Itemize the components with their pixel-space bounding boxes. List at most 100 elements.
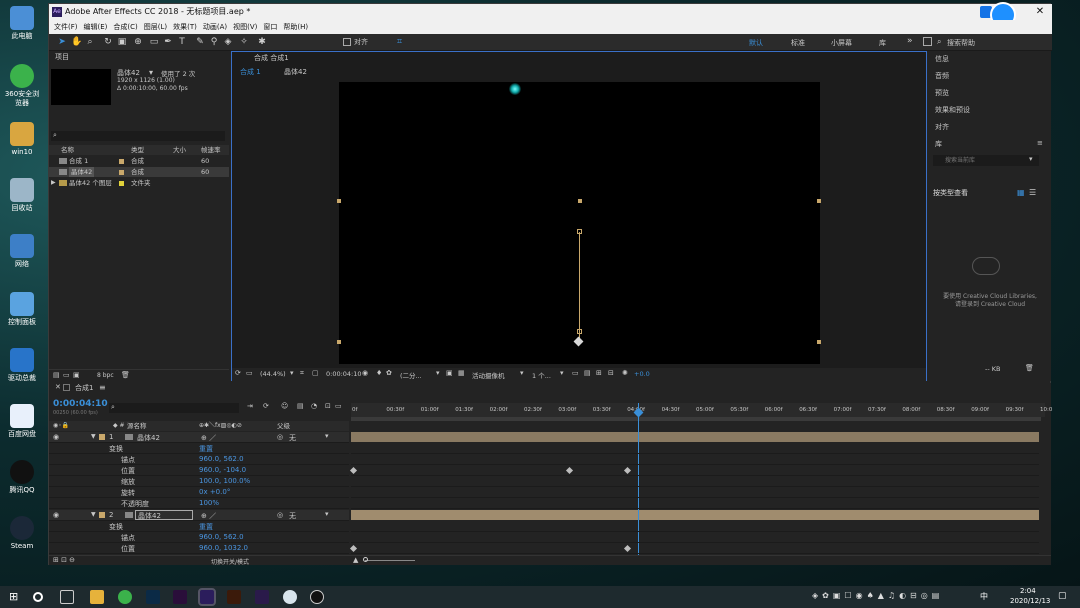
menu-view[interactable]: 视图(V) — [233, 23, 257, 31]
property-row[interactable]: 位置 960.0, 1032.0 — [49, 543, 349, 554]
toggle-switches-modes[interactable]: 切换开关/模式 — [211, 557, 249, 566]
parent-select[interactable]: 无 — [289, 433, 296, 443]
mask-icon[interactable]: ▢ — [312, 369, 319, 377]
current-time[interactable]: 0:00:04:10 — [53, 399, 108, 409]
close-icon[interactable]: ✕ — [55, 383, 61, 391]
property-value[interactable]: 960.0, 1032.0 — [199, 544, 248, 552]
panel-effects[interactable]: 效果和预设 — [935, 105, 970, 115]
comp-viewer[interactable] — [337, 82, 821, 364]
selection-tool-icon[interactable]: ➤ — [57, 37, 67, 47]
menu-file[interactable]: 文件(F) — [54, 23, 78, 31]
always-preview-icon[interactable]: ⟳ — [235, 369, 241, 377]
expand-icon[interactable]: ▶ — [51, 178, 56, 188]
menu-window[interactable]: 窗口 — [263, 23, 277, 31]
trash-icon[interactable]: 🗑 — [1025, 364, 1034, 372]
menu-effect[interactable]: 效果(T) — [173, 23, 197, 31]
property-track[interactable] — [351, 465, 1039, 476]
property-row[interactable]: 变换 重置 — [49, 521, 349, 532]
property-value[interactable]: 重置 — [199, 522, 213, 532]
desktop-icon-control-panel[interactable]: 控制面板 — [3, 292, 41, 327]
timeline-search-input[interactable]: ⌕ — [109, 403, 239, 413]
panel-info[interactable]: 信息 — [935, 54, 949, 64]
grid-icon[interactable]: ⌗ — [300, 369, 304, 378]
label-color[interactable] — [99, 512, 105, 518]
transparency-icon[interactable]: ▦ — [458, 369, 465, 377]
desktop-icon-network[interactable]: 网络 — [3, 234, 41, 269]
qq-icon[interactable] — [310, 590, 324, 604]
panel-audio[interactable]: 音频 — [935, 71, 949, 81]
layer-name[interactable]: 晶体42 — [137, 433, 160, 443]
time-ruler[interactable]: 0f 00:30f 01:00f 01:30f 02:00f 02:30f 03:00f 03… — [351, 403, 1052, 417]
col-fps[interactable]: 帧速率 — [201, 145, 221, 155]
chevron-down-icon[interactable]: ▾ — [149, 68, 153, 77]
roto-brush-tool-icon[interactable]: ✧ — [239, 37, 249, 47]
motion-blur-icon[interactable]: ◔ — [311, 402, 317, 410]
list-item[interactable]: 合成 1 合成 60 — [49, 156, 229, 166]
trash-icon[interactable]: 🗑 — [121, 371, 130, 379]
project-panel-header[interactable]: 项目 — [49, 51, 229, 63]
property-track[interactable] — [351, 443, 1039, 454]
menu-icon[interactable]: ≡ — [99, 383, 106, 392]
property-value[interactable]: 960.0, 562.0 — [199, 533, 244, 541]
chevron-down-icon[interactable]: ▾ — [325, 432, 329, 440]
panel-align[interactable]: 对齐 — [935, 122, 949, 132]
library-search-input[interactable]: 搜索当前库 — [933, 155, 1039, 166]
file-explorer-icon[interactable] — [90, 590, 104, 604]
tab-crystal42[interactable]: 晶体42 — [284, 67, 307, 77]
pickwhip-icon[interactable]: ◎ — [277, 511, 283, 519]
input-method[interactable]: 中 — [980, 591, 988, 602]
property-row[interactable]: 旋转 0x +0.0° — [49, 487, 349, 498]
bounding-handle[interactable] — [817, 340, 821, 344]
bounding-handle[interactable] — [817, 199, 821, 203]
menu-layer[interactable]: 图层(L) — [144, 23, 167, 31]
exposure-icon[interactable]: ✺ — [622, 369, 628, 377]
property-track[interactable] — [351, 476, 1039, 487]
desktop-icon-recycle[interactable]: 回收站 — [3, 178, 41, 213]
new-folder-icon[interactable]: ▭ — [63, 371, 70, 379]
visibility-eye-icon[interactable]: ◉ — [53, 433, 59, 441]
zoom-tool-icon[interactable]: ⌕ — [85, 37, 95, 47]
task-view-icon[interactable] — [60, 590, 74, 604]
desktop-icon-360[interactable]: 360安全浏览器 — [3, 64, 41, 108]
camera-tool-icon[interactable]: ▣ — [117, 37, 127, 47]
layer-name[interactable]: 晶体42 — [135, 510, 193, 520]
work-area-bar[interactable] — [351, 417, 1041, 421]
frame-blend-icon[interactable]: ▤ — [297, 402, 304, 410]
tray-icons[interactable]: ◈✿▣☐◉♠▲♫◐⊟◎▤ — [812, 591, 943, 600]
align-checkbox[interactable] — [343, 38, 351, 46]
desktop-icon-driver[interactable]: 驱动总裁 — [3, 348, 41, 383]
property-row[interactable]: 变换 重置 — [49, 443, 349, 454]
desktop-icon-win10[interactable]: win10 — [3, 122, 41, 157]
snap-icon[interactable]: ⌗ — [397, 37, 402, 47]
property-row[interactable]: 锚点 960.0, 562.0 — [49, 454, 349, 465]
layer-bar-1[interactable] — [351, 432, 1039, 442]
property-value[interactable]: 960.0, 562.0 — [199, 455, 244, 463]
property-value[interactable]: 100% — [199, 499, 219, 507]
list-item[interactable]: 晶体42 合成 60 — [49, 167, 229, 177]
render-icon[interactable]: ⊞ ⊡ ⊖ — [53, 556, 75, 564]
col-size[interactable]: 大小 — [173, 145, 186, 155]
list-item[interactable]: ▶ 晶体42 个图层 文件夹 — [49, 178, 229, 188]
chevron-down-icon[interactable]: ▾ — [560, 369, 564, 377]
zoom-slider-thumb[interactable] — [363, 557, 368, 562]
label-color[interactable] — [99, 434, 105, 440]
show-snapshot-icon[interactable]: ♦ — [376, 369, 382, 377]
parent-select[interactable]: 无 — [289, 511, 296, 521]
exposure-value[interactable]: +0.0 — [634, 370, 650, 378]
shy-icon[interactable]: ☺ — [281, 402, 288, 410]
property-row[interactable]: 位置 960.0, -104.0 — [49, 465, 349, 476]
bounding-handle[interactable] — [337, 199, 341, 203]
pickwhip-icon[interactable]: ◎ — [277, 433, 283, 441]
chevron-down-icon[interactable]: ▾ — [325, 510, 329, 518]
list-view-icon[interactable]: ☰ — [1029, 188, 1036, 197]
bounding-handle[interactable] — [337, 340, 341, 344]
flowchart-icon[interactable]: ⊟ — [608, 369, 614, 377]
browser-icon[interactable] — [118, 590, 132, 604]
after-effects-icon[interactable] — [198, 588, 216, 606]
new-comp-icon[interactable]: ▣ — [73, 371, 80, 379]
desktop-icon-steam[interactable]: Steam — [3, 516, 41, 551]
zoom-slider[interactable] — [365, 560, 415, 561]
menu-animation[interactable]: 动画(A) — [203, 23, 227, 31]
property-value[interactable]: 100.0, 100.0% — [199, 477, 250, 485]
clock-date[interactable]: 2020/12/13 — [1010, 597, 1050, 605]
